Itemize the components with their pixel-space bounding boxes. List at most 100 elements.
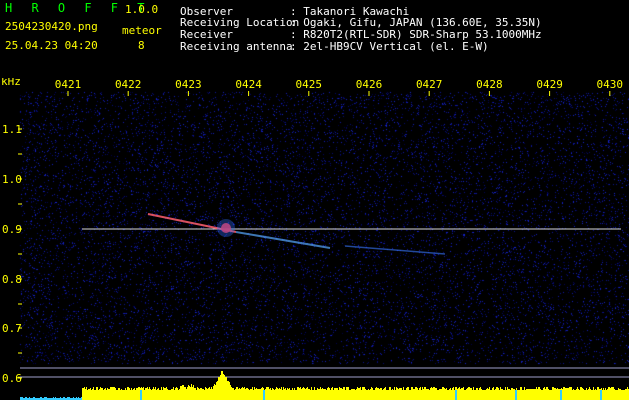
power-bar [477,388,478,400]
power-bar [128,387,129,400]
power-bar [448,390,449,400]
power-bar [460,389,461,400]
power-bar [514,389,515,400]
power-bar [431,387,432,400]
power-bar [296,390,297,400]
power-bar [332,387,333,400]
power-bar [445,389,446,400]
power-bar [497,387,498,400]
power-bar [290,390,291,400]
x-tick-label: 0426 [356,78,383,91]
power-bar [229,382,230,400]
power-bar [507,387,508,400]
power-bar [624,390,625,400]
power-bar [230,385,231,400]
power-bar [617,390,618,400]
power-bar [346,387,347,400]
power-bar [341,388,342,400]
power-bar [251,389,252,400]
power-bar [590,389,591,400]
power-bar [550,390,551,400]
power-bar [404,390,405,400]
power-bar [239,388,240,400]
power-bar [472,390,473,400]
power-bar [512,388,513,400]
power-bar [145,388,146,400]
power-bar [439,389,440,400]
power-bar [619,389,620,400]
power-bar [261,388,262,400]
power-bar [424,387,425,400]
power-bar [297,387,298,400]
power-bar [101,388,102,400]
meteor-label: meteor [122,24,162,37]
power-bar [499,390,500,400]
meteor-count: 8 [138,39,145,52]
power-bar [384,388,385,400]
power-bar [250,389,251,400]
power-bar [319,389,320,400]
power-bar [275,389,276,400]
power-bar [567,388,568,400]
power-bar [178,390,179,400]
power-bar [166,387,167,400]
power-bar [551,390,552,400]
power-bar [342,389,343,400]
power-bar [427,389,428,400]
power-bar [369,390,370,400]
power-bar [510,390,511,400]
spectrogram-panel: kHz 1.1 1.0 0.9 0.8 0.7 0.6 0421 0422 0423 0424 0… [0,78,629,400]
power-bar [158,388,159,400]
power-bar [412,387,413,400]
power-bar [584,390,585,400]
power-bar [234,390,235,400]
power-bar [320,387,321,400]
power-bar [358,388,359,400]
power-bar [603,388,604,400]
power-bar [89,389,90,400]
power-bar [322,388,323,400]
power-bar [293,390,294,400]
power-bar [377,388,378,400]
power-bar [232,388,233,400]
power-bar [246,388,247,400]
power-bar [87,390,88,400]
power-bar [506,390,507,400]
power-bar [112,387,113,400]
antenna-label: Receiving antenna [180,40,293,53]
power-bar [196,390,197,400]
power-bar [581,387,582,400]
power-bar [552,387,553,400]
power-bar [167,389,168,400]
power-bar [467,388,468,400]
power-bar [86,387,87,400]
power-bar [308,389,309,400]
power-bar [137,388,138,400]
power-bar [219,377,220,400]
power-bar [545,389,546,400]
power-bar [383,389,384,400]
power-bar [541,390,542,400]
power-bar [255,389,256,400]
power-bar [204,390,205,400]
power-bar [344,387,345,400]
power-bar [139,387,140,400]
power-bar [442,387,443,400]
power-bar [596,390,597,400]
power-bar [233,388,234,400]
power-bar [483,390,484,400]
power-bar [419,388,420,400]
power-bar [92,389,93,400]
power-bar [401,388,402,400]
power-bar [586,388,587,400]
power-bar [317,388,318,400]
power-bar [457,389,458,400]
power-bar [488,389,489,400]
power-bar [277,388,278,400]
power-bar [242,387,243,400]
power-bar [415,387,416,400]
power-bar [524,387,525,400]
power-bar [198,388,199,400]
power-bar [302,388,303,400]
power-bar [569,387,570,400]
